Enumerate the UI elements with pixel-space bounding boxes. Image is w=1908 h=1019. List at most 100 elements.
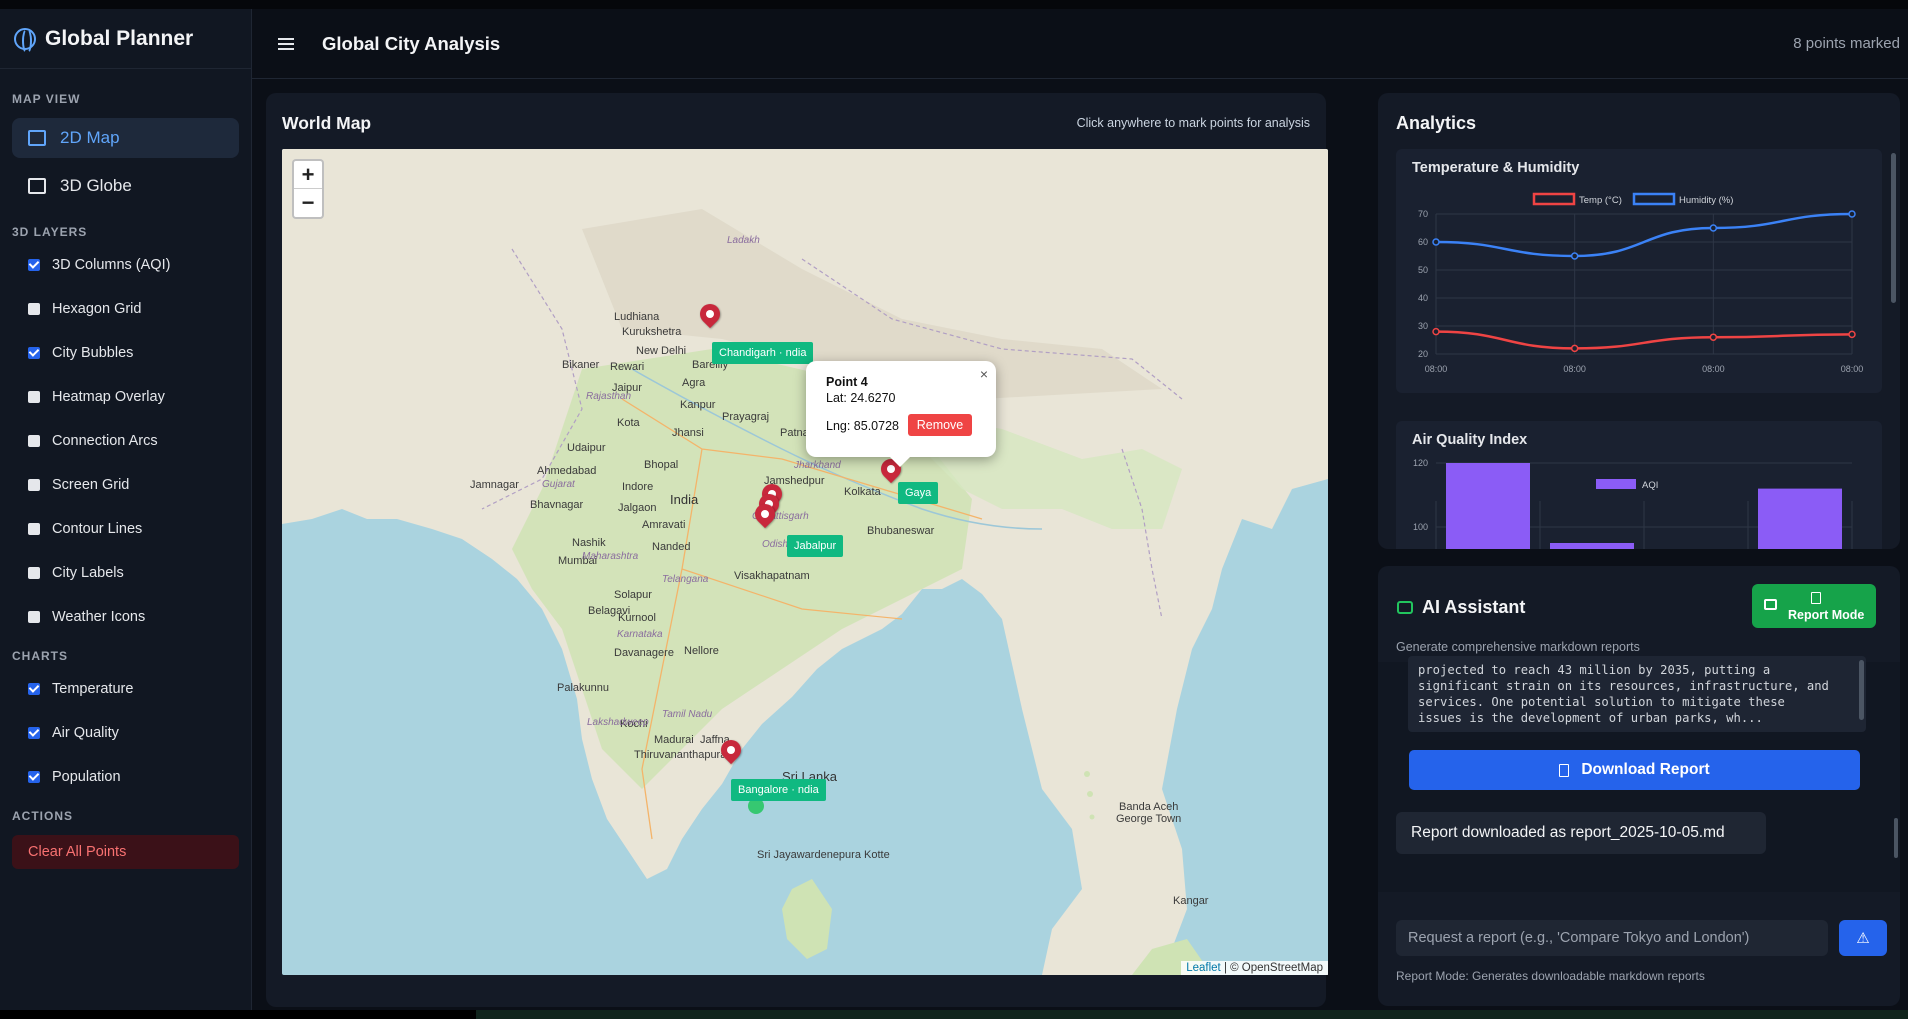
data-point bbox=[1432, 327, 1440, 336]
chart-toggle[interactable]: Temperature bbox=[0, 667, 251, 711]
status-message: Report downloaded as report_2025-10-05.m… bbox=[1396, 812, 1766, 854]
chat-history[interactable]: projected to reach 43 million by 2035, p… bbox=[1378, 656, 1900, 892]
layer-list: 3D Columns (AQI) Hexagon Grid City Bubbles… bbox=[0, 243, 251, 639]
osm-attribution: | © OpenStreetMap bbox=[1223, 962, 1323, 974]
remove-point-button[interactable]: Remove bbox=[908, 414, 972, 436]
layer-toggle[interactable]: City Bubbles bbox=[0, 331, 251, 375]
section-title-map-view: MAP VIEW bbox=[12, 92, 81, 106]
zoom-in-button[interactable]: + bbox=[294, 161, 322, 189]
aqi-card: Air Quality Index AQI 100 120 bbox=[1396, 421, 1882, 549]
point-popup: × Point 4 Lat: 24.6270 Lng: 85.0728 Remo… bbox=[806, 361, 996, 467]
chart-label: Temperature bbox=[52, 681, 134, 697]
analytics-scrollbar[interactable] bbox=[1891, 153, 1896, 303]
layer-toggle[interactable]: Contour Lines bbox=[0, 507, 251, 551]
layer-toggle[interactable]: Weather Icons bbox=[0, 595, 251, 639]
map-panel: World Map Click anywhere to mark points … bbox=[266, 93, 1328, 1007]
layer-label: Contour Lines bbox=[52, 521, 143, 537]
layer-toggle[interactable]: Connection Arcs bbox=[0, 419, 251, 463]
section-title-actions: ACTIONS bbox=[12, 809, 73, 823]
chart-toggle-list: Temperature Air Quality Population bbox=[0, 667, 251, 799]
layer-toggle[interactable]: City Labels bbox=[0, 551, 251, 595]
report-request-input[interactable] bbox=[1396, 920, 1828, 956]
temp-humidity-card: Temperature & Humidity 20 30 40 50 60 70 08:00… bbox=[1396, 149, 1882, 393]
layer-label: Hexagon Grid bbox=[52, 301, 142, 317]
checkbox[interactable] bbox=[28, 259, 40, 271]
data-point bbox=[1570, 344, 1579, 353]
legend-label: Humidity (%) bbox=[1679, 195, 1733, 206]
series-line bbox=[1435, 330, 1853, 350]
legend-swatch bbox=[1596, 479, 1636, 489]
legend-label: AQI bbox=[1642, 480, 1658, 491]
map-panel-title: World Map bbox=[282, 113, 372, 133]
download-report-button[interactable]: Download Report bbox=[1409, 750, 1860, 790]
chart-label: Population bbox=[52, 769, 121, 785]
zoom-out-button[interactable]: − bbox=[294, 189, 322, 217]
checkbox[interactable] bbox=[28, 611, 40, 623]
analytics-panel: Analytics Temperature & Humidity 20 30 40 5… bbox=[1378, 93, 1900, 549]
city-label: Jabalpur bbox=[787, 535, 844, 557]
y-tick-label: 40 bbox=[1418, 293, 1428, 303]
ai-footer-note: Report Mode: Generates downloadable mark… bbox=[1396, 969, 1705, 983]
checkbox[interactable] bbox=[28, 771, 40, 783]
report-mode-button[interactable]: Report Mode bbox=[1752, 584, 1876, 628]
aqi-chart: AQI 100 120 bbox=[1413, 458, 1853, 549]
chat-icon bbox=[1397, 601, 1413, 614]
layer-label: Heatmap Overlay bbox=[52, 389, 165, 405]
ai-title: AI Assistant bbox=[1422, 597, 1526, 617]
temp-humidity-chart: 20 30 40 50 60 70 08:00 08:00 08:00 08:00 Temp (°C… bbox=[1418, 192, 1863, 374]
data-point bbox=[1848, 210, 1856, 218]
file-download-icon bbox=[1559, 763, 1570, 777]
os-dock-strip bbox=[0, 1010, 1908, 1019]
map-tiles[interactable] bbox=[282, 149, 1328, 975]
checkbox[interactable] bbox=[28, 683, 40, 695]
main-area: Global City Analysis 8 points marked Wor… bbox=[252, 9, 1908, 1010]
y-tick-label: 30 bbox=[1418, 321, 1428, 331]
send-button[interactable]: ⚠ bbox=[1839, 920, 1887, 956]
popup-lat: Lat: 24.6270 bbox=[826, 391, 896, 405]
checkbox[interactable] bbox=[28, 523, 40, 535]
checkbox[interactable] bbox=[28, 727, 40, 739]
legend-swatch bbox=[1532, 192, 1576, 206]
globe-chart-icon bbox=[28, 178, 46, 194]
checkbox[interactable] bbox=[28, 303, 40, 315]
checkbox[interactable] bbox=[28, 479, 40, 491]
aqi-bar bbox=[1446, 463, 1530, 549]
download-report-label: Download Report bbox=[1581, 761, 1710, 778]
layer-toggle[interactable]: 3D Columns (AQI) bbox=[0, 243, 251, 287]
checkbox[interactable] bbox=[28, 391, 40, 403]
layer-label: City Bubbles bbox=[52, 345, 134, 361]
checkbox[interactable] bbox=[28, 347, 40, 359]
layer-toggle[interactable]: Screen Grid bbox=[0, 463, 251, 507]
report-preview: projected to reach 43 million by 2035, p… bbox=[1408, 656, 1866, 732]
data-point bbox=[1709, 333, 1718, 341]
data-point bbox=[1570, 252, 1579, 260]
chat-scrollbar[interactable] bbox=[1894, 818, 1898, 858]
zoom-control: + − bbox=[292, 159, 324, 219]
layer-label: 3D Columns (AQI) bbox=[52, 257, 171, 273]
os-menubar bbox=[476, 1010, 1908, 1019]
checkbox[interactable] bbox=[28, 435, 40, 447]
menu-icon[interactable] bbox=[278, 37, 294, 50]
popup-close-button[interactable]: × bbox=[980, 366, 988, 382]
legend-label: Temp (°C) bbox=[1579, 195, 1622, 206]
send-icon: ⚠ bbox=[1856, 930, 1870, 947]
world-map[interactable]: Ludhiana Kurukshetra New Delhi Rewari Bikane… bbox=[282, 149, 1328, 975]
map-icon bbox=[28, 130, 46, 146]
popup-lng: Lng: 85.0728 bbox=[826, 419, 899, 433]
layer-label: City Labels bbox=[52, 565, 124, 581]
nav-2d-map[interactable]: 2D Map bbox=[12, 118, 239, 158]
chart-toggle[interactable]: Air Quality bbox=[0, 711, 251, 755]
chart-label: Air Quality bbox=[52, 725, 119, 741]
aqi-bar bbox=[1550, 543, 1634, 549]
chart-toggle[interactable]: Population bbox=[0, 755, 251, 799]
report-scrollbar[interactable] bbox=[1859, 660, 1864, 720]
checkbox[interactable] bbox=[28, 567, 40, 579]
nav-3d-globe[interactable]: 3D Globe bbox=[12, 166, 239, 206]
layer-toggle[interactable]: Hexagon Grid bbox=[0, 287, 251, 331]
layer-toggle[interactable]: Heatmap Overlay bbox=[0, 375, 251, 419]
clear-all-points-button[interactable]: Clear All Points bbox=[12, 835, 239, 869]
report-mode-label: Report Mode bbox=[1788, 608, 1865, 622]
y-tick-label: 50 bbox=[1418, 265, 1428, 275]
leaflet-link[interactable]: Leaflet bbox=[1186, 962, 1221, 974]
data-point bbox=[1432, 238, 1440, 246]
